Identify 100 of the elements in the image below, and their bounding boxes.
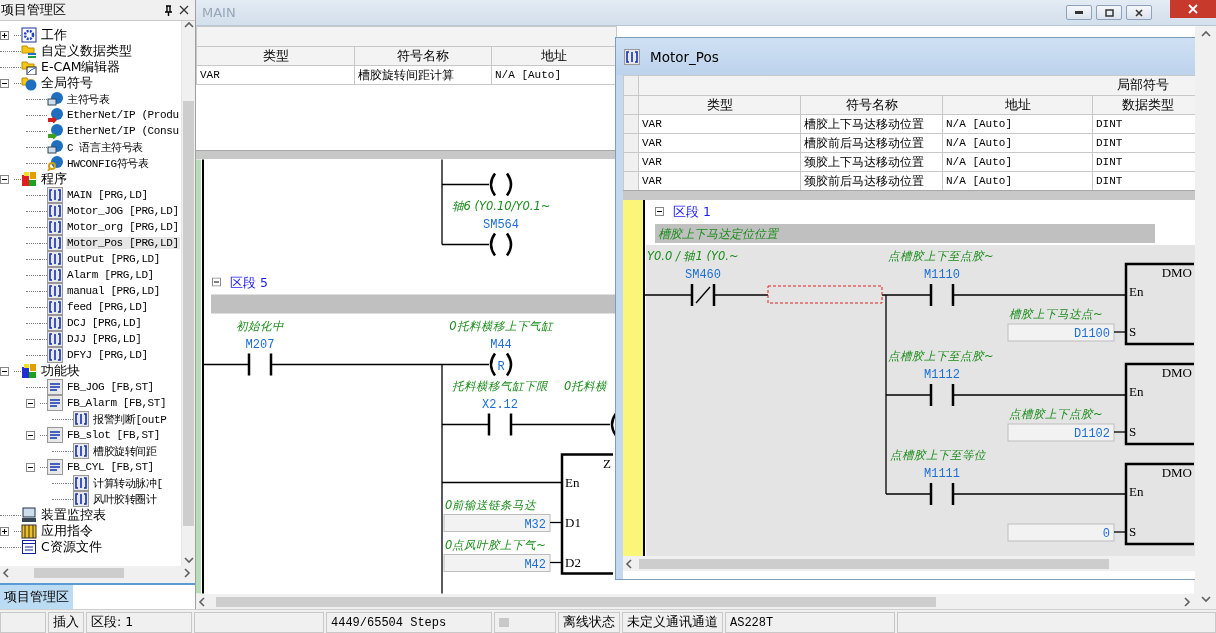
tree-item[interactable]: C资源文件 [40, 538, 103, 556]
contact-symbol[interactable] [929, 483, 955, 505]
ladder-wire [1113, 431, 1127, 433]
tree-item[interactable]: MAIN [PRG,LD] [66, 189, 149, 201]
bracket-icon [73, 411, 89, 427]
expand-toggle[interactable] [26, 430, 35, 440]
coil-symbol[interactable] [489, 232, 513, 257]
indicator-icon [499, 618, 509, 627]
tree-item[interactable]: 全局符号 [40, 74, 94, 92]
tree-item[interactable]: FB_slot [FB,ST] [66, 429, 162, 441]
gear-icon [21, 27, 37, 43]
scroll-left-icon[interactable] [198, 596, 208, 607]
device-label: SM460 [685, 268, 721, 282]
scroll-left-icon[interactable] [625, 558, 635, 569]
closed-contact-symbol[interactable] [690, 284, 716, 306]
ladder-wire [549, 521, 563, 524]
scroll-left-icon[interactable] [2, 568, 12, 578]
tree-item[interactable]: outPut [PRG,LD] [66, 253, 162, 265]
expand-toggle[interactable] [655, 207, 664, 216]
scroll-right-icon[interactable] [1183, 596, 1193, 607]
close-icon[interactable] [179, 5, 189, 15]
expand-toggle[interactable] [26, 398, 35, 408]
tree-item[interactable]: DJJ [PRG,LD] [66, 333, 143, 345]
tree-item[interactable]: feed [PRG,LD] [66, 301, 149, 313]
scroll-thumb[interactable] [216, 596, 936, 607]
tree-item[interactable]: manual [PRG,LD] [66, 285, 162, 297]
tree-item[interactable]: DCJ [PRG,LD] [66, 317, 143, 329]
tree-item[interactable]: FB_CYL [FB,ST] [66, 461, 155, 473]
tree-item[interactable]: 主符号表 [66, 91, 111, 107]
scroll-down-icon[interactable] [183, 556, 194, 566]
comment-label: 点槽胶上下至等位 [890, 448, 986, 462]
section-label: 区段 5 [230, 274, 268, 290]
contact-symbol[interactable] [929, 384, 955, 406]
function-block[interactable] [1124, 362, 1194, 446]
ladder-wire [549, 561, 563, 564]
tree-item[interactable]: 风叶胶转圈计 [92, 491, 158, 507]
close-button[interactable] [1126, 5, 1152, 20]
pin-label: En [1129, 284, 1144, 299]
coil-symbol[interactable] [489, 172, 513, 197]
minimize-button[interactable] [1066, 5, 1092, 20]
tree-item[interactable]: 自定义数据类型 [40, 42, 133, 60]
tree-item[interactable]: Motor_Pos [PRG,LD] [66, 237, 180, 249]
tree-item[interactable]: 计算转动脉冲[ [92, 475, 164, 491]
folder-chart-icon [21, 59, 37, 75]
operand-field[interactable]: 0 [1007, 523, 1115, 542]
tree-item[interactable]: FB_JOG [FB,ST] [66, 381, 155, 393]
block-name: DMO [1161, 365, 1192, 380]
expand-toggle[interactable] [0, 30, 9, 40]
function-block[interactable] [1124, 462, 1194, 546]
expand-toggle[interactable] [0, 174, 9, 184]
expand-toggle[interactable] [0, 78, 9, 88]
tree-item[interactable]: DFYJ [PRG,LD] [66, 349, 149, 361]
restore-button[interactable] [1096, 5, 1122, 20]
panel-tab[interactable]: 项目管理区 [0, 585, 73, 609]
contact-symbol[interactable] [929, 284, 955, 306]
tree-item[interactable]: 功能块 [40, 362, 81, 380]
tree-item[interactable]: EtherNet/IP (Consu [66, 125, 180, 137]
expand-toggle[interactable] [0, 366, 9, 376]
tree-item[interactable]: 槽胶旋转间距 [92, 443, 158, 459]
tree-item[interactable]: 报警判断[outP [92, 411, 168, 427]
tree-item[interactable]: Motor_JOG [PRG,LD] [66, 205, 180, 217]
expand-toggle[interactable] [212, 277, 221, 287]
tree-item[interactable]: FB_Alarm [FB,ST] [66, 397, 168, 409]
scroll-thumb[interactable] [34, 568, 124, 578]
reset-coil-symbol[interactable] [489, 352, 513, 377]
tree-item[interactable]: E-CAM编辑器 [40, 58, 122, 76]
comment-label: 槽胶上下马达点~ [1009, 307, 1103, 321]
tree-item[interactable]: HWCONFIG符号表 [66, 155, 150, 171]
tree-item[interactable]: EtherNet/IP (Produ [66, 109, 180, 121]
panel-title: 项目管理区 [0, 1, 67, 19]
globe-monitor-icon [47, 139, 63, 155]
tree-item[interactable]: 程序 [40, 170, 68, 188]
tree-item[interactable]: 应用指令 [40, 522, 94, 540]
tree-item[interactable]: C 语言主符号表 [66, 139, 144, 155]
tree-item[interactable]: 装置监控表 [40, 506, 107, 524]
tree-item[interactable]: Motor_org [PRG,LD] [66, 221, 180, 233]
pin-icon[interactable] [164, 4, 173, 16]
contact-symbol[interactable] [247, 353, 273, 376]
operand-field[interactable]: M42 [443, 554, 551, 572]
pin-label: En [1129, 384, 1144, 399]
tree-item[interactable]: 工作 [40, 26, 68, 44]
window-title: Motor_Pos [650, 48, 719, 65]
function-block[interactable] [560, 453, 613, 575]
expand-toggle[interactable] [0, 526, 9, 536]
scroll-thumb[interactable] [183, 101, 194, 526]
contact-symbol[interactable] [487, 413, 513, 436]
device-label: M207 [245, 337, 275, 352]
table-cell: VAR [638, 114, 801, 134]
tree-item[interactable]: Alarm [PRG,LD] [66, 269, 155, 281]
scroll-thumb[interactable] [639, 558, 1109, 569]
bracket-icon [47, 315, 63, 331]
scroll-right-icon[interactable] [183, 568, 193, 578]
expand-toggle[interactable] [26, 462, 35, 472]
operand-field[interactable]: D1102 [1007, 423, 1115, 442]
operand-field[interactable]: D1100 [1007, 323, 1115, 342]
operand-field[interactable]: M32 [443, 514, 551, 532]
function-block[interactable] [1124, 262, 1194, 346]
script-icon [47, 395, 63, 411]
scroll-down-icon[interactable] [1200, 595, 1211, 605]
bracket-icon [47, 267, 63, 283]
